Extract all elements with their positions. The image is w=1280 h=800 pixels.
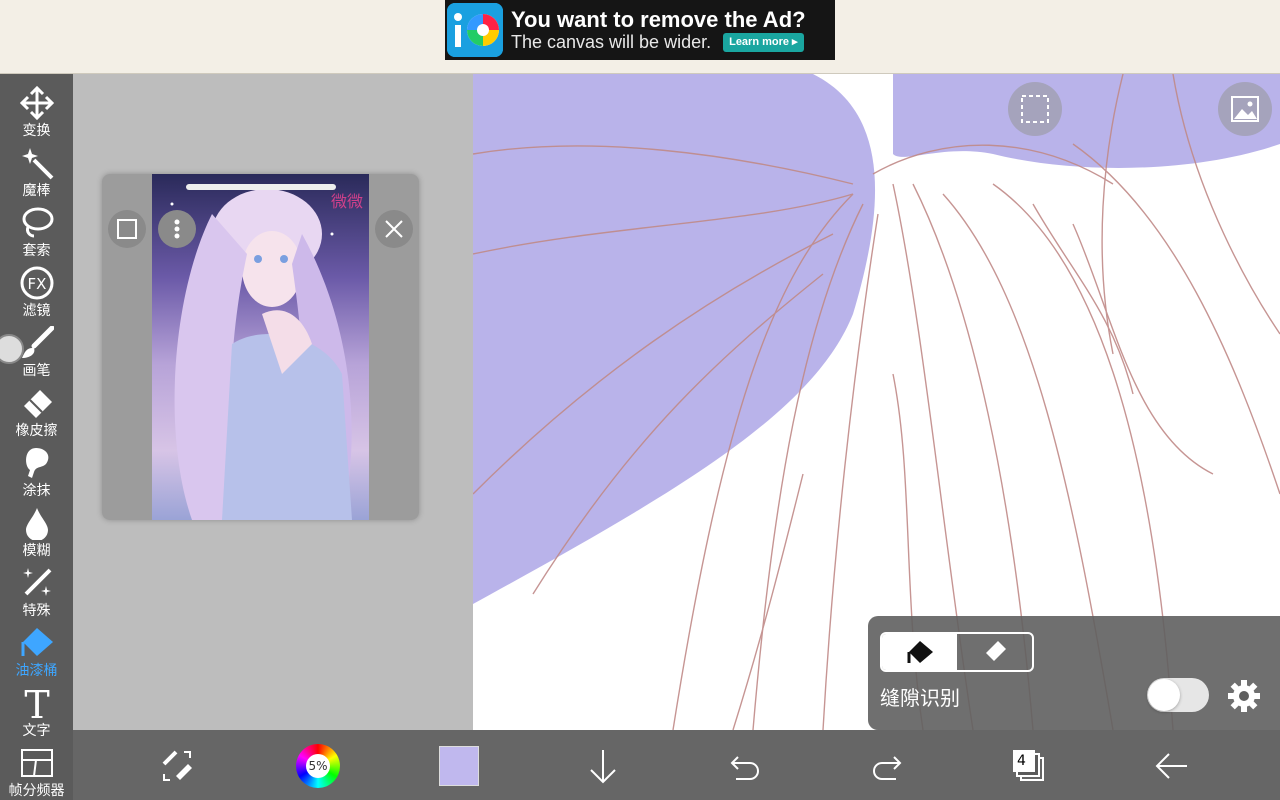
dashed-selection-icon	[1021, 95, 1049, 123]
tool-eraser[interactable]: 橡皮擦	[0, 380, 73, 440]
tool-label: 套索	[22, 243, 51, 259]
tool-label: 橡皮擦	[15, 423, 58, 439]
tool-text[interactable]: T 文字	[0, 680, 73, 740]
undo-button[interactable]	[723, 744, 767, 788]
tool-label: 涂抹	[22, 483, 51, 499]
undo-icon	[730, 756, 759, 780]
ad-learn-more-button[interactable]: Learn more ▸	[723, 33, 804, 52]
bottom-toolbar: 5% 4	[73, 730, 1280, 800]
text-icon: T	[24, 686, 49, 720]
more-vertical-icon	[174, 219, 180, 239]
download-button[interactable]	[581, 744, 625, 788]
image-import-button[interactable]	[1218, 82, 1272, 136]
tool-lasso[interactable]: 套索	[0, 200, 73, 260]
paint-bucket-icon	[21, 628, 53, 656]
tool-frame-divider[interactable]: 帧分频器	[0, 740, 73, 800]
tool-label: 油漆桶	[15, 663, 58, 679]
fill-mode-bucket[interactable]	[882, 634, 957, 670]
special-icon	[22, 568, 51, 596]
tool-special[interactable]: 特殊	[0, 560, 73, 620]
tool-label: 特殊	[22, 603, 51, 619]
arrow-down-icon	[590, 750, 616, 784]
layers-button[interactable]: 4	[1007, 744, 1051, 788]
swap-tool-icon	[162, 750, 192, 781]
tool-label: 模糊	[22, 543, 51, 559]
redo-button[interactable]	[865, 744, 909, 788]
back-button[interactable]	[1149, 744, 1193, 788]
color-wheel-button[interactable]: 5%	[296, 744, 340, 788]
reference-menu-button[interactable]	[158, 210, 196, 248]
fx-icon: FX	[20, 266, 53, 300]
close-icon	[385, 220, 403, 238]
ad-subtitle: The canvas will be wider.	[511, 32, 712, 53]
current-color-button[interactable]	[437, 744, 481, 788]
svg-text:T: T	[24, 686, 49, 720]
reference-close-button[interactable]	[375, 210, 413, 248]
svg-text:FX: FX	[27, 275, 46, 293]
fill-mode-eraser[interactable]	[957, 634, 1032, 670]
gap-detection-toggle[interactable]	[1147, 678, 1209, 712]
frame-divider-icon	[20, 749, 53, 777]
layers-count: 4	[1017, 753, 1026, 769]
selection-tool-button[interactable]	[1008, 82, 1062, 136]
reference-window-drag-handle[interactable]	[186, 184, 336, 190]
brush-eraser-swap-button[interactable]	[156, 744, 200, 788]
fill-settings-button[interactable]	[1226, 678, 1262, 718]
paint-bucket-icon	[907, 641, 933, 663]
tool-blur[interactable]: 模糊	[0, 500, 73, 560]
tool-label: 帧分频器	[8, 783, 65, 799]
redo-icon	[873, 756, 902, 780]
ad-banner[interactable]: You want to remove the Ad? The canvas wi…	[445, 0, 835, 60]
fill-mode-segment	[880, 632, 1034, 672]
brush-icon	[21, 326, 54, 358]
lasso-icon	[22, 207, 53, 238]
tool-smudge[interactable]: 涂抹	[0, 440, 73, 500]
tool-filter[interactable]: FX 滤镜	[0, 260, 73, 320]
eraser-icon	[985, 641, 1006, 661]
blur-drop-icon	[25, 508, 48, 540]
tool-sidebar: 变换 魔棒 套索 FX 滤镜 画笔 橡皮擦 涂抹 模糊 特殊 油漆桶 T 文字 …	[0, 74, 73, 800]
magic-wand-icon	[21, 148, 53, 180]
tool-label: 魔棒	[22, 183, 51, 199]
ad-title: You want to remove the Ad?	[511, 7, 806, 32]
image-icon	[1231, 96, 1259, 122]
smudge-icon	[25, 448, 48, 478]
eraser-icon	[23, 390, 52, 418]
tool-label: 变换	[22, 123, 51, 139]
toggle-knob	[1148, 679, 1180, 711]
tool-transform[interactable]: 变换	[0, 80, 73, 140]
gear-icon	[1228, 680, 1260, 712]
ibis-paint-logo-icon	[447, 3, 503, 57]
reference-fit-button[interactable]	[108, 210, 146, 248]
image-stamp: 微微	[330, 192, 363, 211]
move-icon	[19, 86, 54, 120]
arrow-left-icon	[1155, 753, 1187, 779]
tool-paint-bucket[interactable]: 油漆桶	[0, 620, 73, 680]
brush-opacity-label: 5%	[306, 754, 330, 778]
tool-label: 滤镜	[22, 303, 51, 319]
gap-detection-label: 缝隙识别	[880, 686, 960, 710]
tool-magic-wand[interactable]: 魔棒	[0, 140, 73, 200]
tool-label: 文字	[22, 723, 51, 739]
fill-tool-panel: 缝隙识别	[868, 616, 1280, 730]
tool-brush[interactable]: 画笔	[0, 320, 73, 380]
current-color-swatch	[439, 746, 479, 786]
square-frame-icon	[117, 219, 137, 239]
color-wheel-icon: 5%	[296, 744, 340, 788]
